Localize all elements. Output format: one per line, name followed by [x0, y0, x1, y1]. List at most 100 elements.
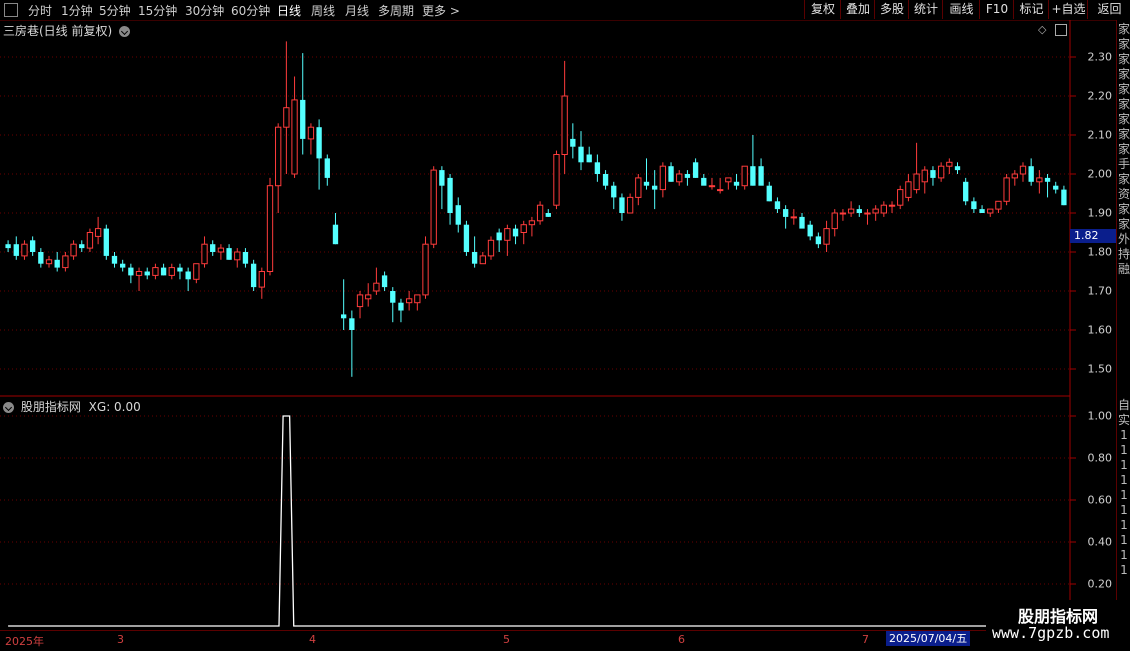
candle-body — [528, 220, 536, 226]
candle-body — [324, 158, 330, 178]
x-tick: 4 — [309, 633, 316, 646]
candle-body — [643, 181, 650, 186]
sidebar-tab-char[interactable]: 家 — [1117, 82, 1130, 97]
y-tick: 0.60 — [1087, 493, 1113, 507]
candle-body — [979, 209, 985, 213]
sidebar-tab-char[interactable]: 家 — [1117, 142, 1130, 157]
watermark-url: www.7gpzb.com — [992, 624, 1110, 642]
sidebar-tab-char[interactable]: 外 — [1117, 232, 1130, 247]
candle-body — [987, 208, 994, 214]
sidebar-tab-char[interactable]: 资 — [1117, 187, 1130, 202]
sidebar-tab-char[interactable]: 家 — [1117, 172, 1130, 187]
candle-body — [70, 243, 77, 257]
candle-body — [905, 181, 912, 198]
chevron-down-icon[interactable] — [119, 26, 131, 37]
candle-body — [160, 267, 167, 276]
candle-body — [430, 169, 437, 245]
right-sidebar[interactable]: 家家家家家家家家家手家资家家外持融 自实1111111111 — [1116, 20, 1130, 630]
sidebar-tab-char[interactable]: 家 — [1117, 112, 1130, 127]
sidebar-tab-char[interactable]: 手 — [1117, 157, 1130, 172]
candle-body — [283, 107, 290, 128]
indicator-value: XG: 0.00 — [88, 400, 141, 414]
y-tick: 2.00 — [1087, 167, 1113, 181]
main-panel-title: 三房巷(日线 前复权) — [3, 24, 113, 38]
sidebar-tab-char[interactable]: 家 — [1117, 97, 1130, 112]
candle-body — [725, 177, 732, 183]
square-icon[interactable] — [1055, 24, 1067, 36]
candle-body — [381, 275, 388, 288]
candle-body — [659, 165, 667, 191]
candle-body — [586, 154, 592, 163]
candle-body — [635, 177, 642, 198]
sidebar-tab-char[interactable]: 家 — [1117, 37, 1130, 52]
sidebar-tab-char[interactable]: 自 — [1117, 398, 1130, 413]
selected-date: 2025/07/04/五 — [886, 631, 971, 646]
candle-body — [471, 252, 478, 264]
candle-body — [135, 271, 143, 276]
candle-body — [946, 161, 953, 167]
diamond-icon[interactable]: ◇ — [1038, 23, 1046, 36]
candle-body — [782, 209, 789, 217]
candle-body — [5, 244, 11, 249]
sidebar-tab-char[interactable]: 1 — [1117, 533, 1130, 548]
sidebar-tab-char[interactable]: 1 — [1117, 503, 1130, 518]
y-tick: 0.80 — [1087, 451, 1113, 465]
candle-body — [847, 208, 855, 214]
candle-body — [242, 252, 249, 264]
indicator-panel-title: 股朋指标网 — [20, 400, 81, 414]
sidebar-tab-char[interactable]: 持 — [1117, 247, 1130, 262]
candle-body — [652, 185, 658, 190]
candle-body — [1044, 177, 1051, 182]
candle-body — [128, 267, 134, 276]
y-tick: 1.50 — [1087, 362, 1113, 376]
chart-canvas[interactable] — [0, 0, 1130, 650]
candle-body — [185, 271, 191, 280]
sidebar-tab-char[interactable]: 家 — [1117, 22, 1130, 37]
candle-body — [676, 173, 683, 183]
sidebar-tab-char[interactable]: 1 — [1117, 428, 1130, 443]
sidebar-tab-char[interactable]: 1 — [1117, 548, 1130, 563]
sidebar-tab-char[interactable]: 1 — [1117, 458, 1130, 473]
sidebar-tab-char[interactable]: 1 — [1117, 563, 1130, 578]
candle-body — [307, 126, 315, 140]
candle-body — [701, 177, 707, 186]
candle-body — [937, 165, 945, 179]
candle-body — [733, 181, 740, 186]
x-tick: 5 — [503, 633, 510, 646]
candle-body — [553, 154, 560, 206]
y-tick: 1.80 — [1087, 245, 1113, 259]
candle-body — [766, 185, 772, 202]
sidebar-tab-char[interactable]: 1 — [1117, 488, 1130, 503]
sidebar-tab-char[interactable]: 融 — [1117, 262, 1130, 277]
candle-body — [332, 224, 339, 245]
candle-body — [201, 243, 208, 265]
y-tick: 1.70 — [1087, 284, 1113, 298]
candle-body — [774, 201, 781, 210]
candle-body — [266, 185, 274, 272]
sidebar-tab-char[interactable]: 家 — [1117, 52, 1130, 67]
main-panel-title-group: 三房巷(日线 前复权) — [3, 22, 131, 39]
x-tick: 6 — [678, 633, 685, 646]
sidebar-tab-char[interactable]: 家 — [1117, 202, 1130, 217]
candle-body — [94, 228, 102, 237]
sidebar-tab-char[interactable]: 1 — [1117, 473, 1130, 488]
sidebar-tab-char[interactable]: 1 — [1117, 518, 1130, 533]
sidebar-tab-char[interactable]: 家 — [1117, 217, 1130, 232]
candle-body — [1036, 177, 1043, 183]
candle-body — [520, 224, 527, 233]
candle-body — [1003, 177, 1010, 202]
candle-body — [708, 185, 716, 188]
sidebar-tab-char[interactable]: 实 — [1117, 413, 1130, 428]
chevron-down-icon[interactable] — [3, 402, 14, 413]
sidebar-tab-char[interactable]: 家 — [1117, 127, 1130, 142]
candle-body — [111, 255, 118, 264]
sidebar-tab-char[interactable]: 家 — [1117, 67, 1130, 82]
candle-body — [888, 204, 896, 207]
candle-body — [504, 228, 511, 241]
candle-body — [954, 166, 961, 171]
candle-body — [611, 185, 617, 198]
sidebar-tab-char[interactable]: 1 — [1117, 443, 1130, 458]
candle-body — [217, 247, 225, 253]
candle-body — [668, 166, 674, 182]
candle-body — [864, 212, 871, 215]
